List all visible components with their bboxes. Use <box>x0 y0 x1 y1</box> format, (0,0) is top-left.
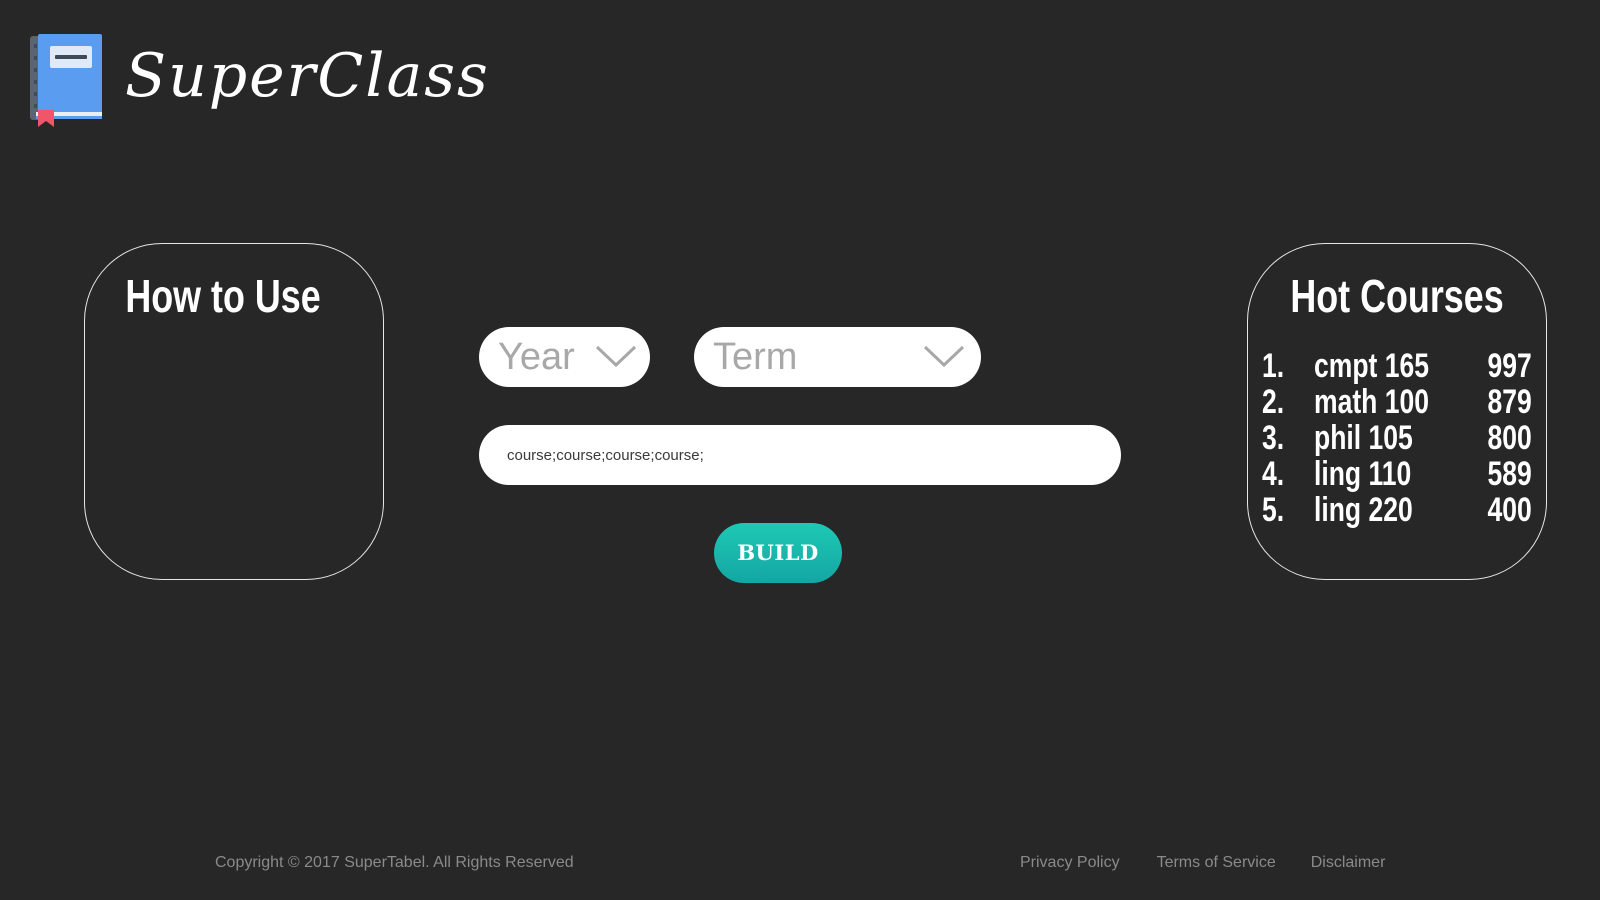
book-icon <box>30 34 102 127</box>
how-to-use-panel: How to Use <box>84 243 384 580</box>
course-count: 879 <box>1487 383 1532 421</box>
disclaimer-link[interactable]: Disclaimer <box>1311 854 1386 872</box>
course-name: ling 220 <box>1314 491 1413 529</box>
list-item[interactable]: 5. ling 220 400 <box>1262 492 1532 528</box>
page: SuperClass How to Use Year Term BUILD Ho… <box>0 0 1600 900</box>
course-count: 400 <box>1487 491 1532 529</box>
term-select[interactable]: Term <box>694 327 981 387</box>
year-select[interactable]: Year <box>479 327 650 387</box>
brand-name: SuperClass <box>125 41 490 111</box>
chevron-down-icon <box>923 345 965 368</box>
course-rank: 4. <box>1262 455 1285 493</box>
term-select-label: Term <box>713 336 798 378</box>
footer-links: Privacy Policy Terms of Service Disclaim… <box>1020 854 1385 872</box>
course-rank: 5. <box>1262 491 1285 529</box>
course-count: 589 <box>1487 455 1532 493</box>
build-button[interactable]: BUILD <box>714 523 842 583</box>
course-name: cmpt 165 <box>1314 347 1429 385</box>
course-name: math 100 <box>1314 383 1429 421</box>
hot-courses-panel: Hot Courses 1. cmpt 165 997 2. math 100 … <box>1247 243 1547 580</box>
list-item[interactable]: 2. math 100 879 <box>1262 384 1532 420</box>
privacy-policy-link[interactable]: Privacy Policy <box>1020 854 1120 872</box>
hot-courses-title: Hot Courses <box>1290 270 1504 322</box>
chevron-down-icon <box>595 345 637 368</box>
course-count: 997 <box>1487 347 1532 385</box>
hot-courses-list: 1. cmpt 165 997 2. math 100 879 3. phil … <box>1262 348 1532 528</box>
list-item[interactable]: 1. cmpt 165 997 <box>1262 348 1532 384</box>
course-rank: 1. <box>1262 347 1285 385</box>
list-item[interactable]: 4. ling 110 589 <box>1262 456 1532 492</box>
course-rank: 2. <box>1262 383 1285 421</box>
course-rank: 3. <box>1262 419 1285 457</box>
course-name: ling 110 <box>1314 455 1412 493</box>
list-item[interactable]: 3. phil 105 800 <box>1262 420 1532 456</box>
courses-input[interactable] <box>479 425 1121 485</box>
course-count: 800 <box>1487 419 1532 457</box>
terms-of-service-link[interactable]: Terms of Service <box>1157 854 1276 872</box>
copyright-text: Copyright © 2017 SuperTabel. All Rights … <box>215 854 574 871</box>
how-to-use-title: How to Use <box>125 270 321 322</box>
course-name: phil 105 <box>1314 419 1413 457</box>
year-select-label: Year <box>498 336 575 378</box>
